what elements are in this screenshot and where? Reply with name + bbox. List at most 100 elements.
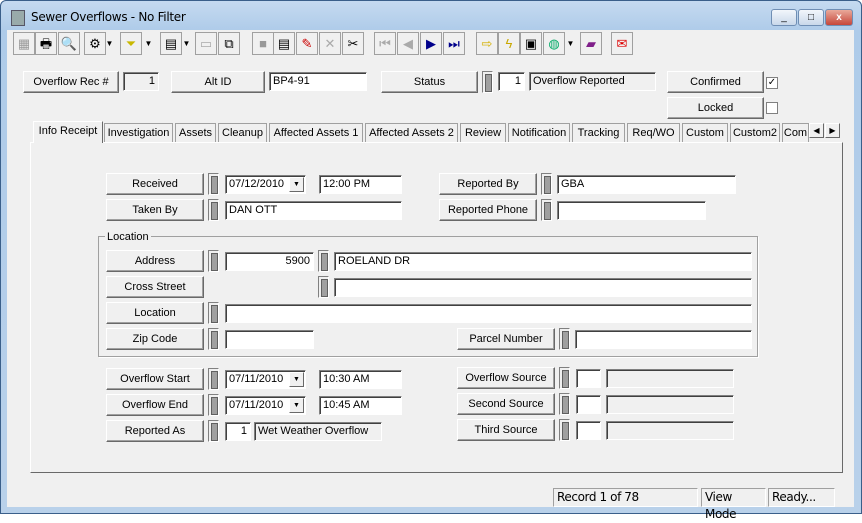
overflow-source-code-input[interactable] — [576, 369, 601, 388]
report-dropdown-icon[interactable]: ▼ — [181, 32, 192, 55]
received-indicator[interactable] — [208, 173, 219, 195]
parcel-indicator[interactable] — [559, 328, 570, 350]
tab-affected-assets-2[interactable]: Affected Assets 2 — [365, 123, 458, 142]
cross-street-button[interactable]: Cross Street — [106, 276, 204, 298]
reported-as-code-input[interactable]: 1 — [225, 422, 251, 441]
report-icon[interactable]: ▤ — [160, 32, 182, 55]
end-date-picker[interactable]: 07/11/2010 ▼ — [225, 396, 306, 415]
parcel-number-button[interactable]: Parcel Number — [457, 328, 555, 350]
query-dropdown-icon[interactable]: ▼ — [104, 32, 115, 55]
address-number-input[interactable]: 5900 — [225, 252, 314, 271]
taken-by-button[interactable]: Taken By — [106, 199, 204, 221]
parcel-number-input[interactable] — [575, 330, 752, 349]
cross-street-input[interactable] — [334, 278, 752, 297]
filter-dropdown-icon[interactable]: ▼ — [143, 32, 154, 55]
alt-id-input[interactable]: BP4-91 — [269, 72, 367, 91]
status-code-input[interactable]: 1 — [498, 72, 525, 91]
chevron-down-icon[interactable]: ▼ — [289, 372, 304, 387]
start-date-picker[interactable]: 07/11/2010 ▼ — [225, 370, 306, 389]
confirmed-button[interactable]: Confirmed — [667, 71, 764, 93]
grid-icon[interactable]: ▦ — [13, 32, 35, 55]
third-source-code-input[interactable] — [576, 421, 601, 440]
overflow-end-button[interactable]: Overflow End — [106, 394, 204, 416]
add-record-icon[interactable]: ▤ — [273, 32, 295, 55]
tab-review[interactable]: Review — [460, 123, 506, 142]
reported-by-input[interactable]: GBA — [557, 175, 736, 194]
location-button[interactable]: Location — [106, 302, 204, 324]
tab-assets[interactable]: Assets — [175, 123, 216, 142]
tab-investigation[interactable]: Investigation — [104, 123, 173, 142]
book-icon[interactable]: ▰ — [580, 32, 602, 55]
reported-phone-button[interactable]: Reported Phone — [439, 199, 537, 221]
reported-phone-input[interactable] — [557, 201, 706, 220]
street-indicator[interactable] — [318, 250, 329, 272]
tab-info-receipt[interactable]: Info Receipt — [33, 121, 103, 143]
mail-icon[interactable]: ✉ — [611, 32, 633, 55]
locked-button[interactable]: Locked — [667, 97, 764, 119]
end-time-input[interactable]: 10:45 AM — [319, 396, 402, 415]
status-lookup-indicator[interactable] — [482, 71, 493, 93]
map-icon[interactable]: ▣ — [520, 32, 542, 55]
tab-scroll-left-icon[interactable]: ◀ — [809, 123, 824, 138]
delete-icon[interactable]: ✕ — [319, 32, 341, 55]
copy-icon[interactable]: ⧉ — [218, 32, 240, 55]
tab-custom2[interactable]: Custom2 — [730, 123, 780, 142]
tab-cleanup[interactable]: Cleanup — [218, 123, 267, 142]
chevron-down-icon[interactable]: ▼ — [289, 398, 304, 413]
start-time-input[interactable]: 10:30 AM — [319, 370, 402, 389]
tab-notification[interactable]: Notification — [508, 123, 570, 142]
chevron-down-icon[interactable]: ▼ — [289, 177, 304, 192]
export-icon[interactable]: ▭ — [195, 32, 217, 55]
first-record-icon[interactable]: ⏮ — [374, 32, 396, 55]
second-source-button[interactable]: Second Source — [457, 393, 555, 415]
source-indicator[interactable] — [559, 367, 570, 389]
tab-affected-assets-1[interactable]: Affected Assets 1 — [269, 123, 363, 142]
overflow-source-button[interactable]: Overflow Source — [457, 367, 555, 389]
address-indicator[interactable] — [208, 250, 219, 272]
reported-as-indicator[interactable] — [208, 420, 219, 442]
alt-id-button[interactable]: Alt ID — [171, 71, 265, 93]
overflow-start-button[interactable]: Overflow Start — [106, 368, 204, 390]
second-source-code-input[interactable] — [576, 395, 601, 414]
received-button[interactable]: Received — [106, 173, 204, 195]
query-icon[interactable]: ⚙ — [84, 32, 106, 55]
taken-by-indicator[interactable] — [208, 199, 219, 221]
received-date-picker[interactable]: 07/12/2010 ▼ — [225, 175, 306, 194]
next-record-icon[interactable]: ▶ — [420, 32, 442, 55]
locked-checkbox[interactable] — [766, 102, 778, 114]
start-indicator[interactable] — [208, 368, 219, 390]
end-indicator[interactable] — [208, 394, 219, 416]
address-street-input[interactable]: ROELAND DR — [334, 252, 752, 271]
location-input[interactable] — [225, 304, 752, 323]
save-icon[interactable]: ■ — [252, 32, 274, 55]
third-source-indicator[interactable] — [559, 419, 570, 441]
tab-scroll-right-icon[interactable]: ▶ — [825, 123, 840, 138]
filter-icon[interactable]: ⏷ — [120, 32, 142, 55]
tab-com[interactable]: Com — [782, 123, 809, 142]
status-button[interactable]: Status — [381, 71, 478, 93]
address-button[interactable]: Address — [106, 250, 204, 272]
zip-indicator[interactable] — [208, 328, 219, 350]
cross-street-indicator[interactable] — [318, 276, 329, 298]
received-time-input[interactable]: 12:00 PM — [319, 175, 402, 194]
globe-icon[interactable]: ◍ — [543, 32, 565, 55]
tab-custom[interactable]: Custom — [682, 123, 728, 142]
minimize-button[interactable]: _ — [771, 9, 797, 26]
overflow-rec-button[interactable]: Overflow Rec # — [23, 71, 119, 93]
cut-icon[interactable]: ✂ — [342, 32, 364, 55]
maximize-button[interactable]: □ — [798, 9, 824, 26]
zip-code-button[interactable]: Zip Code — [106, 328, 204, 350]
third-source-button[interactable]: Third Source — [457, 419, 555, 441]
location-indicator[interactable] — [208, 302, 219, 324]
reported-phone-indicator[interactable] — [541, 199, 552, 221]
goto-icon[interactable]: ⇨ — [476, 32, 498, 55]
close-button[interactable]: x — [825, 9, 853, 26]
last-record-icon[interactable]: ⏭ — [443, 32, 465, 55]
reported-by-button[interactable]: Reported By — [439, 173, 537, 195]
second-source-indicator[interactable] — [559, 393, 570, 415]
zip-code-input[interactable] — [225, 330, 314, 349]
reported-by-indicator[interactable] — [541, 173, 552, 195]
tab-req-wo[interactable]: Req/WO — [627, 123, 680, 142]
lightning-icon[interactable]: ϟ — [498, 32, 520, 55]
print-icon[interactable]: 🖶 — [35, 32, 57, 55]
